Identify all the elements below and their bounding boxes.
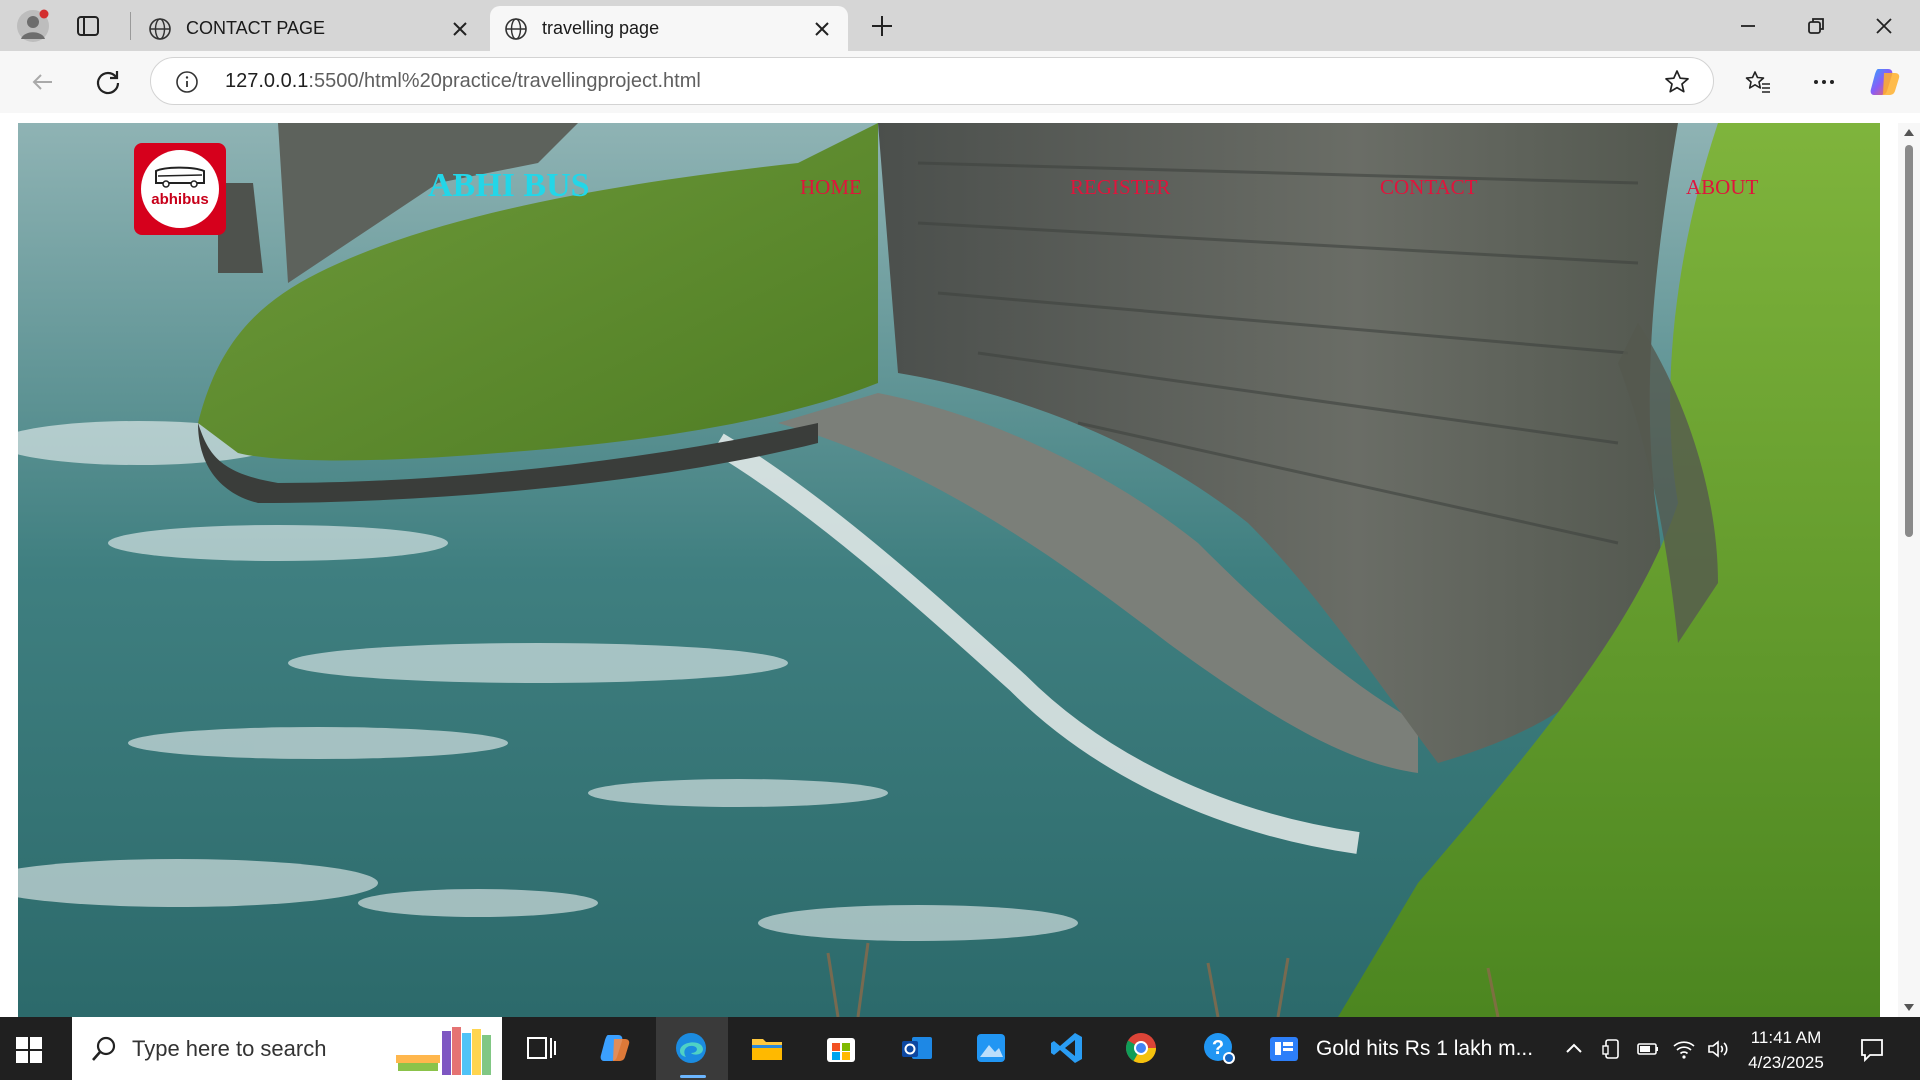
scroll-up-icon[interactable] (1903, 127, 1915, 137)
tab-separator (130, 12, 131, 40)
taskbar-search-box[interactable]: Type here to search (72, 1017, 502, 1080)
logo-disc (141, 150, 219, 228)
url-path: :5500/html%20practice/travellingproject.… (308, 70, 701, 92)
device-icon[interactable] (1600, 1037, 1624, 1061)
copilot-taskbar-icon[interactable] (596, 1029, 634, 1067)
notifications-icon[interactable] (1858, 1035, 1886, 1063)
search-placeholder: Type here to search (132, 1036, 327, 1061)
site-brand-title: ABHI BUS (428, 167, 590, 204)
task-view-icon[interactable] (522, 1029, 560, 1067)
books-highlight-icon (396, 1027, 491, 1075)
globe-icon (149, 17, 171, 40)
travel-webpage: abhibus ABHI BUS HOME REGISTER CONTACT A… (18, 123, 1880, 1017)
file-explorer-icon[interactable] (748, 1029, 786, 1067)
site-info-icon[interactable] (175, 70, 199, 94)
nav-register-link[interactable]: REGISTER (1070, 175, 1170, 200)
news-widget-icon[interactable] (1268, 1033, 1300, 1065)
get-help-icon[interactable]: ? (1200, 1029, 1238, 1067)
chrome-icon[interactable] (1122, 1029, 1160, 1067)
url-text: 127.0.0.1:5500/html%20practice/travellin… (225, 70, 701, 93)
minimize-icon[interactable] (1734, 12, 1762, 40)
scroll-down-icon[interactable] (1903, 1003, 1915, 1013)
nav-contact-link[interactable]: CONTACT (1380, 175, 1477, 200)
tab-contact-page[interactable]: CONTACT PAGE (134, 6, 486, 51)
close-window-icon[interactable] (1870, 12, 1898, 40)
address-bar[interactable]: 127.0.0.1:5500/html%20practice/travellin… (150, 57, 1714, 105)
profile-avatar-icon[interactable] (16, 9, 50, 43)
edge-browser-icon[interactable] (672, 1029, 710, 1067)
new-tab-icon[interactable] (868, 12, 896, 40)
svg-text:?: ? (1212, 1037, 1224, 1059)
nav-about-link[interactable]: ABOUT (1686, 175, 1758, 200)
tab-title: CONTACT PAGE (186, 18, 326, 38)
favorite-star-icon[interactable] (1663, 68, 1691, 96)
close-tab-icon[interactable] (448, 17, 472, 41)
globe-icon (505, 17, 527, 40)
windows-start-icon[interactable] (14, 1035, 44, 1065)
tab-travelling-page[interactable]: travelling page (490, 6, 848, 51)
clock-date: 4/23/2025 (1748, 1053, 1824, 1072)
photos-app-icon[interactable] (972, 1029, 1010, 1067)
logo-text: abhibus (151, 191, 209, 208)
url-host: 127.0.0.1 (225, 70, 309, 92)
system-clock[interactable]: 11:41 AM 4/23/2025 (1738, 1025, 1834, 1075)
bus-icon (155, 166, 205, 188)
microsoft-store-icon[interactable] (822, 1029, 860, 1067)
volume-icon[interactable] (1706, 1037, 1730, 1061)
scrollbar-thumb[interactable] (1905, 145, 1913, 537)
copilot-icon[interactable] (1868, 65, 1902, 99)
vscode-icon[interactable] (1048, 1029, 1086, 1067)
site-header: abhibus ABHI BUS HOME REGISTER CONTACT A… (18, 123, 1880, 243)
wifi-icon[interactable] (1672, 1037, 1696, 1061)
active-app-indicator (680, 1075, 706, 1078)
close-tab-icon[interactable] (810, 17, 834, 41)
browser-toolbar: 127.0.0.1:5500/html%20practice/travellin… (0, 51, 1920, 113)
browser-viewport: abhibus ABHI BUS HOME REGISTER CONTACT A… (0, 113, 1920, 1017)
windows-taskbar: Type here to search ? Gold hits Rs 1 lak… (0, 1017, 1920, 1080)
search-icon (92, 1036, 116, 1061)
show-hidden-icons-chevron-icon[interactable] (1562, 1037, 1586, 1061)
reload-icon[interactable] (92, 66, 124, 98)
back-icon[interactable] (26, 66, 58, 98)
battery-icon[interactable] (1636, 1037, 1660, 1061)
nav-home-link[interactable]: HOME (800, 175, 862, 200)
restore-icon[interactable] (1802, 12, 1830, 40)
outlook-icon[interactable] (898, 1029, 936, 1067)
tab-actions-icon[interactable] (74, 12, 102, 40)
abhibus-logo[interactable]: abhibus (134, 143, 226, 235)
more-options-icon[interactable] (1810, 68, 1838, 96)
favorites-icon[interactable] (1744, 68, 1772, 96)
news-headline[interactable]: Gold hits Rs 1 lakh m... (1316, 1037, 1533, 1061)
cliffs-background-image (18, 123, 1880, 1017)
browser-tab-strip: CONTACT PAGE travelling page (0, 0, 1920, 51)
clock-time: 11:41 AM (1750, 1028, 1822, 1047)
page-scrollbar[interactable] (1898, 123, 1920, 1017)
tab-title: travelling page (542, 18, 660, 38)
